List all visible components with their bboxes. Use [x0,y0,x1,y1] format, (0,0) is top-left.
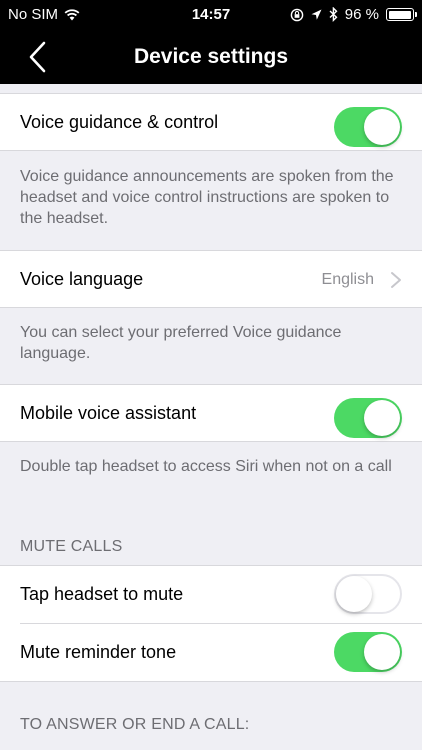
toggle-knob [364,634,400,670]
mobile-assistant-row: Mobile voice assistant [0,384,422,442]
mobile-assistant-label: Mobile voice assistant [20,403,197,423]
voice-language-value: English [321,271,374,288]
battery-fill [388,10,411,19]
battery-icon [386,8,417,21]
toggle-knob [364,109,400,145]
status-right: 96 % [290,6,417,23]
status-bar: No SIM 14:57 96 % [0,0,422,30]
row-divider [20,623,422,624]
voice-guidance-note: Voice guidance announcements are spoken … [20,168,394,227]
mute-calls-header: MUTE CALLS [20,538,123,555]
mobile-assistant-note: Double tap headset to access Siri when n… [20,458,392,475]
toggle-knob [364,400,400,436]
voice-language-label: Voice language [20,269,144,289]
mute-calls-group: Tap headset to mute Mute reminder tone [0,565,422,682]
answer-end-header: TO ANSWER OR END A CALL: [20,716,250,733]
voice-language-row[interactable]: Voice language English [0,250,422,308]
voice-guidance-toggle[interactable] [334,107,402,147]
voice-guidance-label: Voice guidance & control [20,112,219,132]
toggle-knob [336,576,372,612]
rotation-lock-icon [290,8,304,21]
voice-guidance-row: Voice guidance & control [0,93,422,151]
mute-reminder-toggle[interactable] [334,632,402,672]
nav-bar: Device settings [0,30,422,84]
mobile-assistant-toggle[interactable] [334,398,402,438]
page-title: Device settings [133,45,289,68]
battery-percent: 96 % [344,6,379,23]
chevron-right-icon [391,272,401,288]
voice-language-note: You can select your preferred Voice guid… [20,324,342,362]
location-icon [311,9,322,20]
tap-to-mute-label: Tap headset to mute [20,584,184,604]
tap-to-mute-toggle[interactable] [334,574,402,614]
mute-reminder-label: Mute reminder tone [20,642,177,662]
bluetooth-icon [329,7,338,22]
